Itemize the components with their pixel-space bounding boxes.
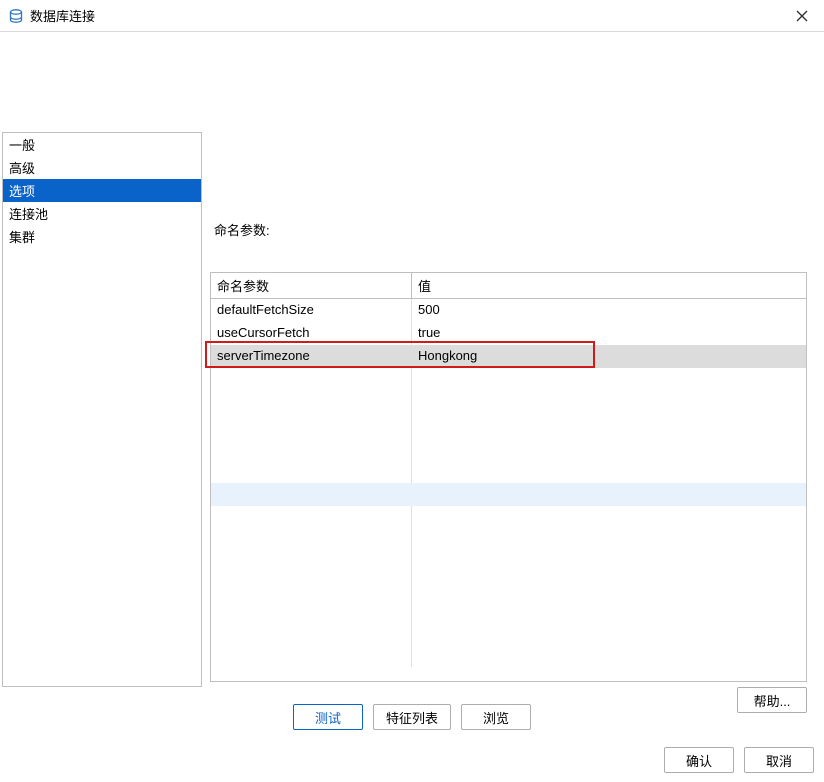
cell-value[interactable]: true bbox=[411, 322, 806, 345]
browse-button[interactable]: 浏览 bbox=[461, 704, 531, 730]
bottom-button-row: 确认 取消 bbox=[664, 745, 814, 775]
table-row-empty[interactable] bbox=[211, 575, 806, 598]
table-row-empty[interactable] bbox=[211, 437, 806, 460]
ok-button[interactable]: 确认 bbox=[664, 747, 734, 773]
cell-value[interactable]: 500 bbox=[411, 299, 806, 322]
table-row-empty[interactable] bbox=[211, 506, 806, 529]
table-row-empty[interactable] bbox=[211, 552, 806, 575]
cancel-button[interactable]: 取消 bbox=[744, 747, 814, 773]
table-row-empty[interactable] bbox=[211, 414, 806, 437]
table-header: 命名参数 值 bbox=[211, 273, 806, 299]
sidebar-item[interactable]: 连接池 bbox=[3, 202, 201, 225]
close-icon[interactable] bbox=[788, 2, 816, 30]
sidebar-item[interactable]: 一般 bbox=[3, 133, 201, 156]
sidebar-item[interactable]: 高级 bbox=[3, 156, 201, 179]
sidebar-item[interactable]: 集群 bbox=[3, 225, 201, 248]
window-title: 数据库连接 bbox=[30, 6, 788, 25]
titlebar: 数据库连接 bbox=[0, 0, 824, 32]
col-header-name[interactable]: 命名参数 bbox=[211, 273, 411, 298]
cell-name[interactable]: serverTimezone bbox=[211, 345, 411, 368]
test-button[interactable]: 测试 bbox=[293, 704, 363, 730]
table-row-empty[interactable] bbox=[211, 391, 806, 414]
table-row[interactable]: defaultFetchSize500 bbox=[211, 299, 806, 322]
database-icon bbox=[8, 8, 24, 24]
sidebar-item[interactable]: 选项 bbox=[3, 179, 201, 202]
cell-value[interactable]: Hongkong bbox=[411, 345, 806, 368]
table-row-empty[interactable] bbox=[211, 644, 806, 667]
middle-button-row: 测试 特征列表 浏览 bbox=[0, 700, 824, 734]
section-label: 命名参数: bbox=[214, 220, 270, 239]
table-row-empty[interactable] bbox=[211, 368, 806, 391]
col-header-value[interactable]: 值 bbox=[411, 273, 806, 298]
table-row[interactable]: serverTimezoneHongkong bbox=[211, 345, 806, 368]
cell-name[interactable]: useCursorFetch bbox=[211, 322, 411, 345]
table-row-empty[interactable] bbox=[211, 529, 806, 552]
table-row-empty[interactable] bbox=[211, 621, 806, 644]
table-row[interactable]: useCursorFetchtrue bbox=[211, 322, 806, 345]
cell-name[interactable]: defaultFetchSize bbox=[211, 299, 411, 322]
content-pane: 命名参数: 命名参数 值 defaultFetchSize500useCurso… bbox=[210, 132, 822, 687]
table-row-empty[interactable] bbox=[211, 483, 806, 506]
feature-list-button[interactable]: 特征列表 bbox=[373, 704, 451, 730]
dialog-body: 一般高级选项连接池集群 命名参数: 命名参数 值 defaultFetchSiz… bbox=[0, 32, 824, 690]
params-table[interactable]: 命名参数 值 defaultFetchSize500useCursorFetch… bbox=[210, 272, 807, 682]
table-row-empty[interactable] bbox=[211, 598, 806, 621]
nav-sidebar: 一般高级选项连接池集群 bbox=[2, 132, 202, 687]
table-row-empty[interactable] bbox=[211, 460, 806, 483]
